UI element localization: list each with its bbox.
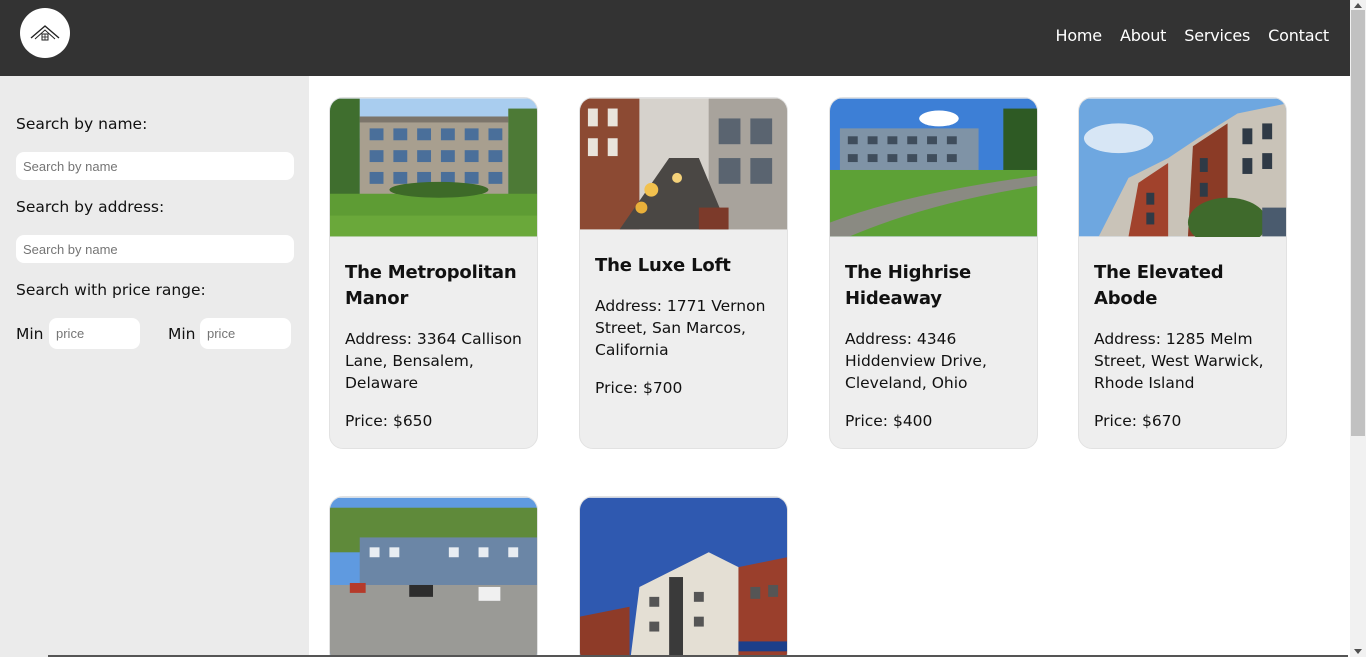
loft-courtyard-lights-photo <box>580 98 787 230</box>
search-address-input[interactable] <box>16 235 294 263</box>
search-name-input[interactable] <box>16 152 294 180</box>
listing-price: Price: $650 <box>345 412 433 430</box>
search-name-label: Search by name: <box>16 115 148 133</box>
nav-about[interactable]: About <box>1120 26 1167 45</box>
search-address-label: Search by address: <box>16 198 165 216</box>
brick-building-fire-escape-photo <box>580 497 787 657</box>
listing-card[interactable] <box>329 496 538 657</box>
card-body: The Elevated Abode Address: 1285 Melm St… <box>1079 237 1286 447</box>
scroll-up-arrow-icon[interactable] <box>1354 3 1362 8</box>
listing-card[interactable]: The Highrise Hideaway Address: 4346 Hidd… <box>829 97 1038 449</box>
search-sidebar: Search by name: Search by address: Searc… <box>0 76 309 657</box>
nav-contact[interactable]: Contact <box>1268 26 1329 45</box>
listing-card[interactable] <box>579 496 788 657</box>
vertical-scrollbar[interactable] <box>1350 0 1366 657</box>
nav-services[interactable]: Services <box>1184 26 1250 45</box>
card-body: The Highrise Hideaway Address: 4346 Hidd… <box>830 237 1037 447</box>
apartment-courtyard-photo <box>330 98 537 237</box>
listing-price: Price: $400 <box>845 412 933 430</box>
card-body: The Metropolitan Manor Address: 3364 Cal… <box>330 237 537 447</box>
apartment-parking-lot-photo <box>330 497 537 657</box>
listing-price: Price: $670 <box>1094 412 1182 430</box>
house-roof-icon <box>30 25 60 41</box>
listing-title: The Metropolitan Manor <box>345 262 517 309</box>
modern-building-sky-photo <box>1079 98 1286 237</box>
listing-title: The Elevated Abode <box>1094 262 1224 309</box>
listing-address: Address: 1285 Melm Street, West Warwick,… <box>1094 330 1264 392</box>
listing-card[interactable]: The Metropolitan Manor Address: 3364 Cal… <box>329 97 538 449</box>
listing-address: Address: 3364 Callison Lane, Bensalem, D… <box>345 330 522 392</box>
listing-card[interactable]: The Elevated Abode Address: 1285 Melm St… <box>1078 97 1287 449</box>
scroll-down-arrow-icon[interactable] <box>1354 649 1362 654</box>
listing-address: Address: 1771 Vernon Street, San Marcos,… <box>595 297 766 359</box>
top-header: Home About Services Contact <box>0 0 1350 76</box>
card-body: The Luxe Loft Address: 1771 Vernon Stree… <box>580 230 787 414</box>
max-price-label: Min <box>168 325 196 343</box>
max-price-input[interactable] <box>200 318 291 349</box>
listing-card[interactable]: The Luxe Loft Address: 1771 Vernon Stree… <box>579 97 788 449</box>
scroll-thumb[interactable] <box>1351 10 1365 436</box>
site-logo[interactable] <box>20 8 70 58</box>
min-price-input[interactable] <box>49 318 140 349</box>
nav-home[interactable]: Home <box>1056 26 1103 45</box>
main-nav: Home About Services Contact <box>1056 26 1330 45</box>
listing-title: The Luxe Loft <box>595 255 731 276</box>
apartment-lawn-path-photo <box>830 98 1037 237</box>
min-price-label: Min <box>16 325 44 343</box>
price-range-label: Search with price range: <box>16 281 206 299</box>
listing-title: The Highrise Hideaway <box>845 262 972 309</box>
listing-address: Address: 4346 Hiddenview Drive, Clevelan… <box>845 330 987 392</box>
listing-price: Price: $700 <box>595 379 683 397</box>
